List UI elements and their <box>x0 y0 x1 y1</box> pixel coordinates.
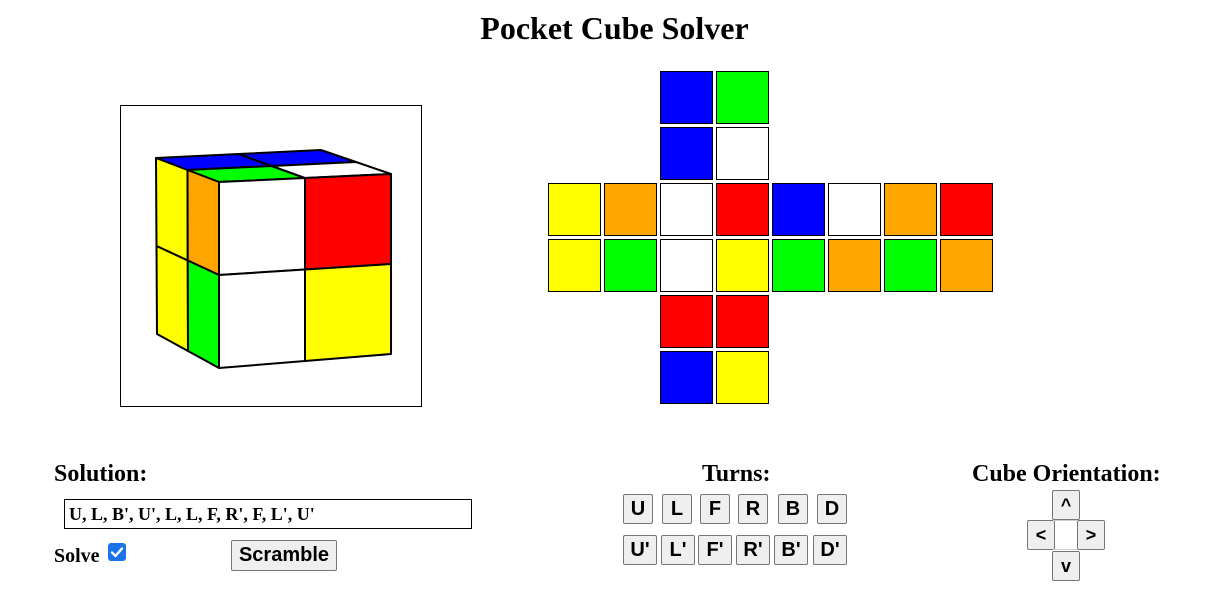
net-sticker-r-1[interactable] <box>828 183 881 236</box>
net-sticker-b-3[interactable] <box>940 239 993 292</box>
cube-left-sticker-2 <box>155 245 189 352</box>
rotate-left-button[interactable]: < <box>1027 520 1055 550</box>
turn-l-prime-button[interactable]: L' <box>661 535 695 565</box>
turn-l-button[interactable]: L <box>662 494 692 524</box>
solution-field[interactable]: U, L, B', U', L, L, F, R', F, L', U' <box>64 499 472 529</box>
net-sticker-l-3[interactable] <box>604 239 657 292</box>
solution-label: Solution: <box>54 461 148 487</box>
rotate-down-button[interactable]: v <box>1052 551 1080 581</box>
net-sticker-b-2[interactable] <box>884 239 937 292</box>
net-sticker-l-0[interactable] <box>548 183 601 236</box>
net-sticker-r-2[interactable] <box>772 239 825 292</box>
cube-3d-drawing <box>155 149 392 369</box>
orientation-label: Cube Orientation: <box>972 461 1161 487</box>
net-sticker-f-0[interactable] <box>660 183 713 236</box>
turn-f-button[interactable]: F <box>700 494 730 524</box>
net-sticker-r-0[interactable] <box>772 183 825 236</box>
net-sticker-l-1[interactable] <box>604 183 657 236</box>
scramble-button[interactable]: Scramble <box>231 540 337 571</box>
turn-b-prime-button[interactable]: B' <box>774 535 808 565</box>
net-sticker-b-1[interactable] <box>940 183 993 236</box>
net-sticker-f-2[interactable] <box>660 239 713 292</box>
check-icon <box>110 547 124 558</box>
cube-left-sticker-1 <box>186 169 220 276</box>
net-sticker-b-0[interactable] <box>884 183 937 236</box>
turn-f-prime-button[interactable]: F' <box>698 535 732 565</box>
cube-front-sticker-0 <box>218 177 306 276</box>
rotate-right-button[interactable]: > <box>1077 520 1105 550</box>
turn-d-button[interactable]: D <box>817 494 847 524</box>
net-sticker-u-3[interactable] <box>716 127 769 180</box>
net-sticker-u-0[interactable] <box>660 71 713 124</box>
net-sticker-u-2[interactable] <box>660 127 713 180</box>
cube-left-sticker-0 <box>155 157 189 262</box>
turn-b-button[interactable]: B <box>778 494 808 524</box>
net-sticker-d-1[interactable] <box>716 295 769 348</box>
turn-r-prime-button[interactable]: R' <box>736 535 770 565</box>
page-title: Pocket Cube Solver <box>480 10 749 46</box>
turns-label: Turns: <box>702 461 771 487</box>
turn-u-button[interactable]: U <box>623 494 653 524</box>
net-sticker-r-3[interactable] <box>828 239 881 292</box>
solve-label: Solve <box>54 545 100 567</box>
net-sticker-f-3[interactable] <box>716 239 769 292</box>
net-sticker-d-2[interactable] <box>660 351 713 404</box>
net-sticker-l-2[interactable] <box>548 239 601 292</box>
solve-checkbox[interactable] <box>108 543 126 561</box>
turn-r-button[interactable]: R <box>738 494 768 524</box>
cube-front-sticker-2 <box>218 268 306 369</box>
cube-3d-viewer[interactable] <box>120 105 422 407</box>
net-sticker-d-0[interactable] <box>660 295 713 348</box>
net-sticker-f-1[interactable] <box>716 183 769 236</box>
cube-left-sticker-3 <box>186 259 220 369</box>
rotate-up-button[interactable]: ^ <box>1052 490 1080 520</box>
cube-front-sticker-3 <box>304 263 392 362</box>
turn-d-prime-button[interactable]: D' <box>813 535 847 565</box>
net-sticker-d-3[interactable] <box>716 351 769 404</box>
orientation-center <box>1053 520 1077 550</box>
cube-front-sticker-1 <box>304 173 392 271</box>
net-sticker-u-1[interactable] <box>716 71 769 124</box>
turn-u-prime-button[interactable]: U' <box>623 535 657 565</box>
